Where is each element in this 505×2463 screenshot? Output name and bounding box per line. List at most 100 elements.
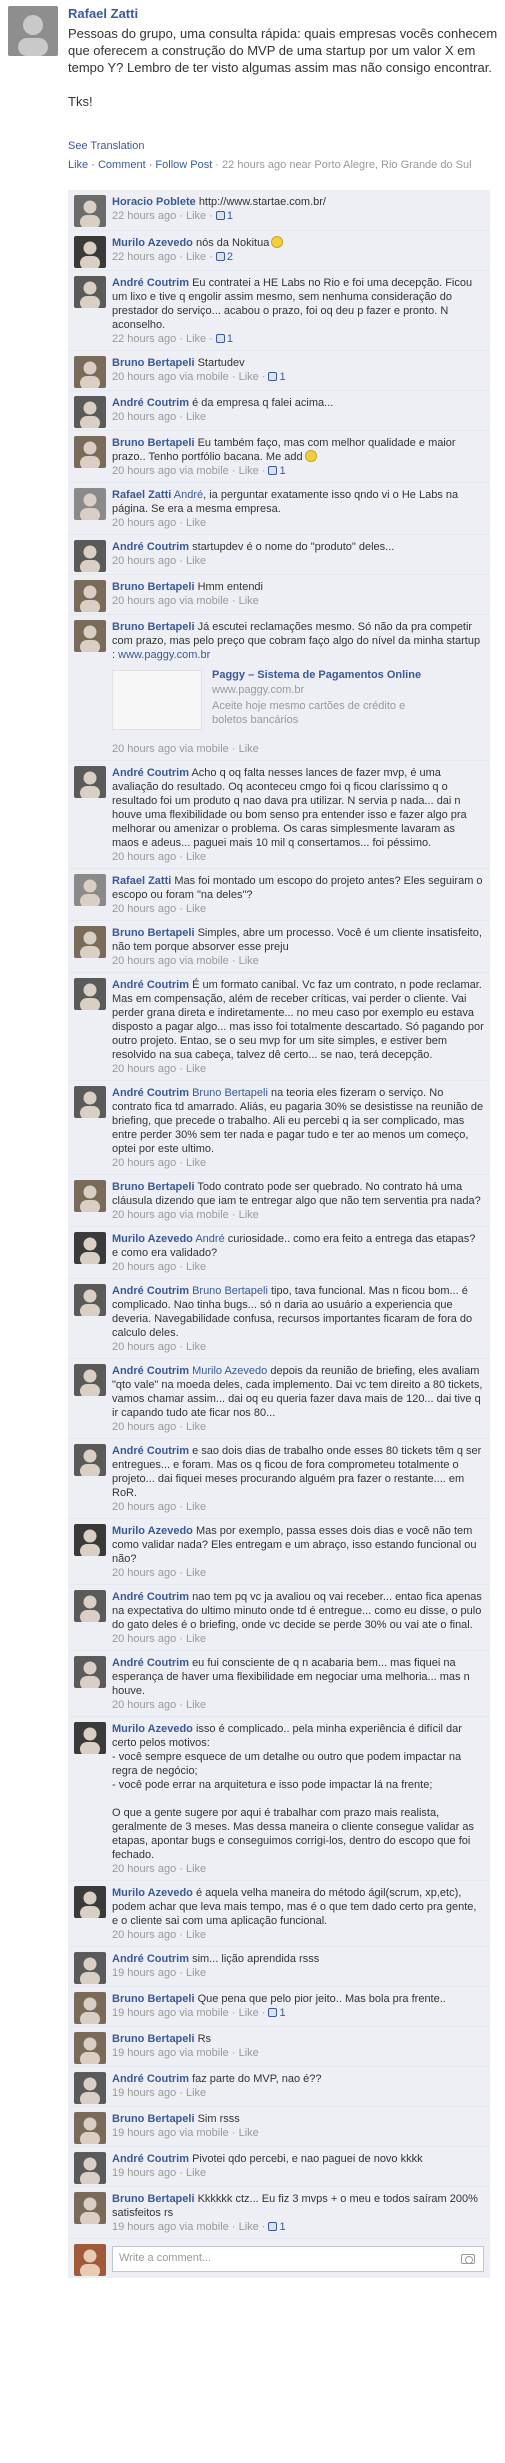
comment-meta[interactable]: 19 hours ago via mobile · Like: [112, 2127, 259, 2139]
comment-author[interactable]: Bruno Bertapeli: [112, 581, 195, 593]
avatar[interactable]: [74, 1180, 106, 1212]
comment-meta[interactable]: 19 hours ago via mobile · Like ·: [112, 2221, 265, 2233]
comment-meta[interactable]: 20 hours ago via mobile · Like: [112, 955, 259, 967]
comment-meta[interactable]: 20 hours ago · Like: [112, 1567, 206, 1579]
comment-author[interactable]: Bruno Bertapeli: [112, 437, 195, 449]
avatar[interactable]: [74, 2192, 106, 2224]
comment-meta[interactable]: 20 hours ago · Like: [112, 411, 206, 423]
comment-author[interactable]: Bruno Bertapeli: [112, 2113, 195, 2125]
comment-author[interactable]: Bruno Bertapeli: [112, 2033, 195, 2045]
comment-author[interactable]: André Coutrim: [112, 2153, 189, 2165]
mention-link[interactable]: Murilo Azevedo: [192, 1365, 267, 1377]
avatar[interactable]: [74, 195, 106, 227]
mention-link[interactable]: Bruno Bertapeli: [192, 1285, 268, 1297]
comment-author[interactable]: André Coutrim: [112, 1591, 189, 1603]
comment-meta[interactable]: 20 hours ago · Like: [112, 555, 206, 567]
comment-author[interactable]: Murilo Azevedo: [112, 1887, 193, 1899]
like-count[interactable]: 1: [279, 465, 285, 477]
avatar[interactable]: [8, 6, 58, 56]
comment-meta[interactable]: 19 hours ago · Like: [112, 1967, 206, 1979]
comment-author[interactable]: Rafael Zatti: [112, 489, 171, 501]
comment-author[interactable]: Bruno Bertapeli: [112, 357, 195, 369]
comment-author[interactable]: Bruno Bertapeli: [112, 1181, 195, 1193]
comment-author[interactable]: Murilo Azevedo: [112, 1723, 193, 1735]
comment-author[interactable]: André Coutrim: [112, 397, 189, 409]
comment-author[interactable]: André Coutrim: [112, 277, 189, 289]
comment-author[interactable]: André Coutrim: [112, 1285, 189, 1297]
avatar[interactable]: [74, 2072, 106, 2104]
comment-meta[interactable]: 19 hours ago via mobile · Like ·: [112, 2007, 265, 2019]
avatar[interactable]: [74, 488, 106, 520]
avatar[interactable]: [74, 926, 106, 958]
avatar[interactable]: [74, 1232, 106, 1264]
avatar[interactable]: [74, 2112, 106, 2144]
comment-author[interactable]: Horacio Poblete: [112, 196, 196, 208]
comment-meta[interactable]: 20 hours ago · Like: [112, 851, 206, 863]
comment-meta[interactable]: 22 hours ago · Like ·: [112, 210, 213, 222]
comment-author[interactable]: André Coutrim: [112, 2073, 189, 2085]
comment-meta[interactable]: 20 hours ago · Like: [112, 1261, 206, 1273]
like-count[interactable]: 1: [227, 210, 233, 222]
comment-author[interactable]: André Coutrim: [112, 1657, 189, 1669]
mention-link[interactable]: Bruno Bertapeli: [192, 1087, 268, 1099]
like-count[interactable]: 1: [279, 2007, 285, 2019]
like-count[interactable]: 2: [227, 251, 233, 263]
avatar[interactable]: [74, 874, 106, 906]
avatar[interactable]: [74, 236, 106, 268]
comment-author[interactable]: Bruno Bertapeli: [112, 1993, 195, 2005]
avatar[interactable]: [74, 1444, 106, 1476]
post-author[interactable]: Rafael Zatti: [68, 6, 138, 21]
avatar[interactable]: [74, 436, 106, 468]
avatar[interactable]: [74, 1364, 106, 1396]
avatar[interactable]: [74, 2152, 106, 2184]
comment-meta[interactable]: 20 hours ago via mobile · Like: [112, 595, 259, 607]
post-actions[interactable]: Like · Comment · Follow Post: [68, 159, 212, 171]
see-translation-link[interactable]: See Translation: [68, 140, 144, 152]
avatar[interactable]: [74, 1086, 106, 1118]
mention-link[interactable]: André: [195, 1233, 224, 1245]
comment-author[interactable]: André Coutrim: [112, 1953, 189, 1965]
link-preview[interactable]: Paggy – Sistema de Pagamentos Online www.…: [112, 668, 484, 736]
avatar[interactable]: [74, 2032, 106, 2064]
avatar[interactable]: [74, 540, 106, 572]
comment-meta[interactable]: 20 hours ago · Like: [112, 1501, 206, 1513]
comment-author[interactable]: Rafael Zatti: [112, 875, 171, 887]
avatar[interactable]: [74, 1284, 106, 1316]
avatar[interactable]: [74, 1952, 106, 1984]
comment-author[interactable]: André Coutrim: [112, 541, 189, 553]
camera-icon[interactable]: [461, 2254, 475, 2264]
comment-meta[interactable]: 19 hours ago · Like: [112, 2167, 206, 2179]
comment-author[interactable]: Bruno Bertapeli: [112, 621, 195, 633]
avatar[interactable]: [74, 766, 106, 798]
comment-meta[interactable]: 20 hours ago · Like: [112, 903, 206, 915]
comment-meta[interactable]: 20 hours ago · Like: [112, 1929, 206, 1941]
comment-meta[interactable]: 20 hours ago · Like: [112, 1341, 206, 1353]
comment-author[interactable]: André Coutrim: [112, 767, 189, 779]
avatar[interactable]: [74, 1656, 106, 1688]
avatar[interactable]: [74, 1590, 106, 1622]
avatar[interactable]: [74, 356, 106, 388]
comment-author[interactable]: Murilo Azevedo: [112, 1525, 193, 1537]
avatar[interactable]: [74, 1992, 106, 2024]
comment-author[interactable]: André Coutrim: [112, 979, 189, 991]
comment-meta[interactable]: 19 hours ago · Like: [112, 2087, 206, 2099]
comment-author[interactable]: Murilo Azevedo: [112, 237, 193, 249]
comment-author[interactable]: Bruno Bertapeli: [112, 927, 195, 939]
comment-meta[interactable]: 20 hours ago via mobile · Like ·: [112, 465, 265, 477]
comment-meta[interactable]: 20 hours ago · Like: [112, 1863, 206, 1875]
link-preview-thumbnail[interactable]: [112, 670, 202, 730]
comment-meta[interactable]: 20 hours ago · Like: [112, 1633, 206, 1645]
comment-meta[interactable]: 22 hours ago · Like ·: [112, 251, 213, 263]
avatar[interactable]: [74, 1722, 106, 1754]
comment-meta[interactable]: 20 hours ago · Like: [112, 1063, 206, 1075]
avatar[interactable]: [74, 620, 106, 652]
mention-link[interactable]: André: [174, 489, 203, 501]
comment-link[interactable]: www.paggy.com.br: [118, 649, 210, 661]
comment-author[interactable]: André Coutrim: [112, 1365, 189, 1377]
avatar[interactable]: [74, 1886, 106, 1918]
comment-meta[interactable]: 20 hours ago via mobile · Like: [112, 743, 259, 755]
avatar[interactable]: [74, 396, 106, 428]
comment-meta[interactable]: 20 hours ago via mobile · Like: [112, 1209, 259, 1221]
like-count[interactable]: 1: [279, 2221, 285, 2233]
comment-meta[interactable]: 20 hours ago · Like: [112, 1157, 206, 1169]
